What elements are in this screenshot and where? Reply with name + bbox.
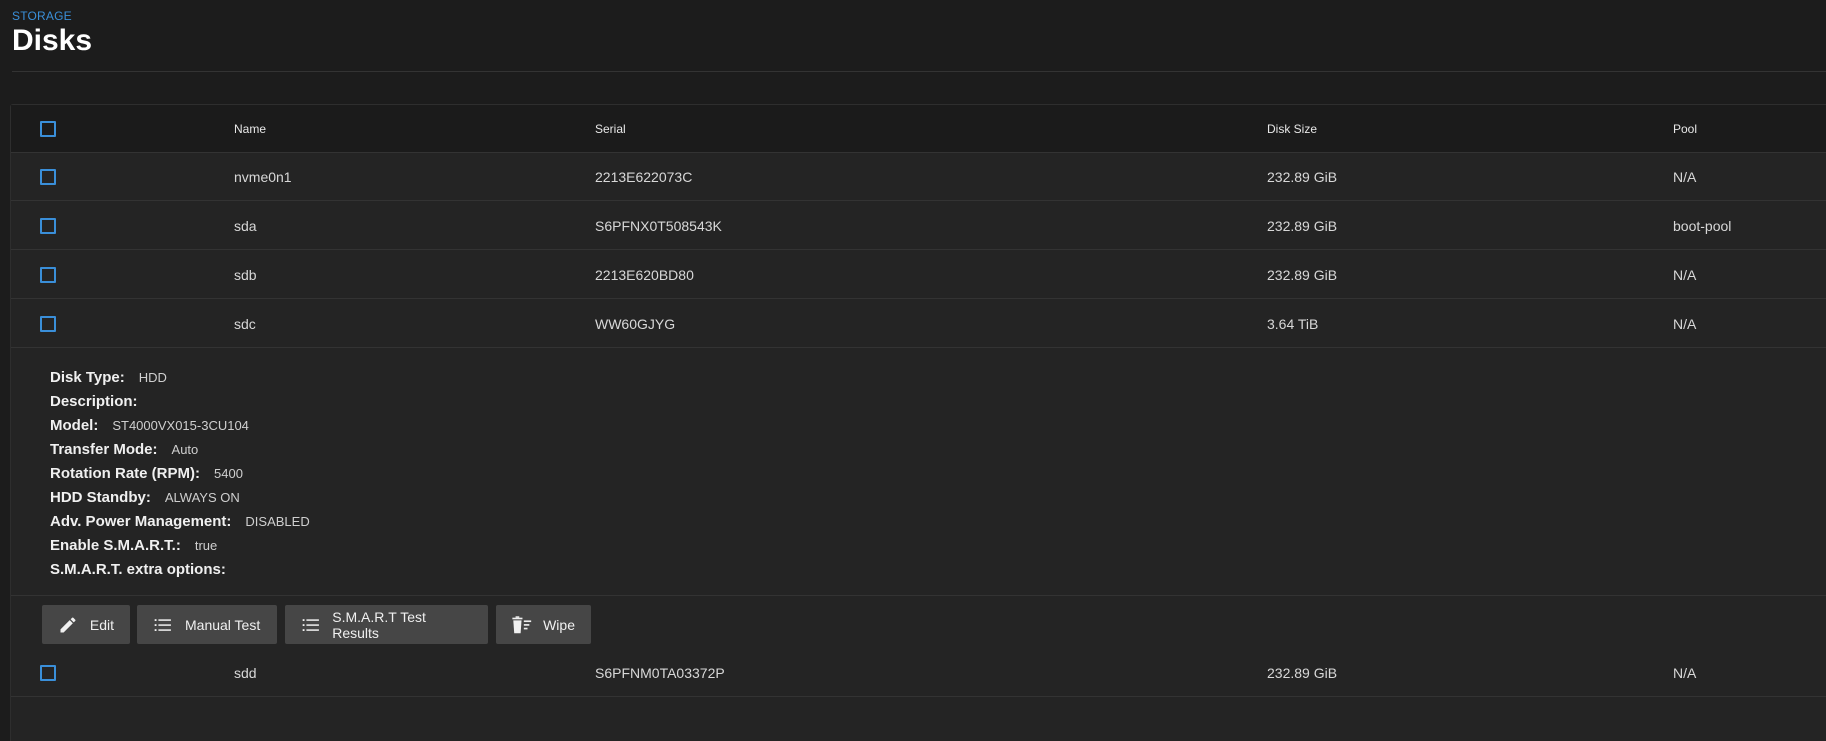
edit-button-label: Edit	[89, 616, 114, 633]
page-header: STORAGE Disks	[12, 0, 1826, 72]
detail-label: Transfer Mode:	[50, 441, 158, 458]
disk-pool: N/A	[1673, 267, 1697, 283]
trash-list-icon	[510, 613, 533, 637]
list-icon	[151, 613, 175, 637]
detail-disk-type: Disk Type: HDD	[50, 367, 167, 389]
table-row[interactable]: sda S6PFNX0T508543K 232.89 GiB boot-pool	[11, 202, 1826, 250]
disk-size: 232.89 GiB	[1267, 665, 1338, 681]
detail-value: ST4000VX015-3CU104	[112, 418, 249, 433]
smart-test-results-button[interactable]: S.M.A.R.T Test Results	[285, 605, 488, 644]
smart-test-results-button-label: S.M.A.R.T Test Results	[332, 608, 426, 641]
detail-value: true	[194, 538, 218, 553]
edit-button[interactable]: Edit	[42, 605, 130, 644]
table-row[interactable]: nvme0n1 2213E622073C 232.89 GiB N/A	[11, 153, 1826, 201]
detail-label: Enable S.M.A.R.T.:	[50, 537, 181, 554]
column-header-serial[interactable]: Serial	[595, 105, 626, 153]
disks-table: Name Serial Disk Size Pool nvme0n1 2213E…	[10, 104, 1826, 741]
detail-value: DISABLED	[245, 514, 310, 529]
disks-page: STORAGE Disks Name Serial Disk Size Pool…	[0, 0, 1826, 741]
disk-pool: N/A	[1673, 316, 1697, 332]
detail-label: Model:	[50, 417, 99, 434]
disk-name: sdb	[234, 267, 257, 283]
detail-transfer-mode: Transfer Mode: Auto	[50, 439, 198, 461]
page-title: Disks	[12, 24, 93, 57]
disk-pool: boot-pool	[1673, 218, 1732, 234]
pencil-icon	[56, 613, 80, 637]
row-checkbox[interactable]	[40, 665, 56, 681]
disk-pool: N/A	[1673, 169, 1697, 185]
disk-serial: S6PFNX0T508543K	[595, 218, 722, 234]
detail-value: Auto	[171, 442, 199, 457]
table-row[interactable]: sdd S6PFNM0TA03372P 232.89 GiB N/A	[11, 649, 1826, 697]
detail-hdd-standby: HDD Standby: ALWAYS ON	[50, 487, 240, 509]
detail-description: Description:	[50, 391, 152, 413]
row-checkbox[interactable]	[40, 316, 56, 332]
select-all-checkbox[interactable]	[40, 121, 56, 137]
detail-label: Rotation Rate (RPM):	[50, 465, 200, 482]
disk-size: 232.89 GiB	[1267, 267, 1338, 283]
wipe-button-label: Wipe	[543, 616, 575, 633]
detail-label: Disk Type:	[50, 369, 125, 386]
disk-name: sdd	[234, 665, 257, 681]
table-row[interactable]: sdb 2213E620BD80 232.89 GiB N/A	[11, 251, 1826, 299]
table-header-row: Name Serial Disk Size Pool	[11, 105, 1826, 153]
actions-divider	[11, 595, 1826, 596]
row-checkbox[interactable]	[40, 218, 56, 234]
breadcrumb[interactable]: STORAGE	[12, 9, 72, 23]
detail-label: S.M.A.R.T. extra options:	[50, 561, 226, 578]
row-checkbox[interactable]	[40, 267, 56, 283]
detail-label: HDD Standby:	[50, 489, 151, 506]
disk-pool: N/A	[1673, 665, 1697, 681]
disk-name: sda	[234, 218, 257, 234]
table-row-expanded[interactable]: sdc WW60GJYG 3.64 TiB N/A	[11, 300, 1826, 348]
manual-test-button[interactable]: Manual Test	[137, 605, 277, 644]
detail-value: HDD	[138, 370, 167, 385]
disk-serial: WW60GJYG	[595, 316, 676, 332]
disk-details-panel: Disk Type: HDD Description: Model: ST4000V…	[11, 348, 1826, 596]
disk-size: 232.89 GiB	[1267, 169, 1338, 185]
detail-value: 5400	[214, 466, 243, 481]
disk-size: 232.89 GiB	[1267, 218, 1338, 234]
detail-value: ALWAYS ON	[164, 490, 240, 505]
wipe-button[interactable]: Wipe	[496, 605, 591, 644]
disk-serial: 2213E622073C	[595, 169, 693, 185]
detail-enable-smart: Enable S.M.A.R.T.: true	[50, 535, 217, 557]
detail-model: Model: ST4000VX015-3CU104	[50, 415, 249, 437]
disk-name: sdc	[234, 316, 256, 332]
disk-size: 3.64 TiB	[1267, 316, 1319, 332]
detail-rotation-rate: Rotation Rate (RPM): 5400	[50, 463, 243, 485]
row-checkbox[interactable]	[40, 169, 56, 185]
manual-test-button-label: Manual Test	[185, 616, 261, 633]
column-header-pool[interactable]: Pool	[1673, 105, 1697, 153]
disk-serial: 2213E620BD80	[595, 267, 694, 283]
column-header-disk-size[interactable]: Disk Size	[1267, 105, 1317, 153]
detail-adv-power-management: Adv. Power Management: DISABLED	[50, 511, 310, 533]
column-header-name[interactable]: Name	[234, 105, 266, 153]
detail-label: Description:	[50, 393, 138, 410]
disk-serial: S6PFNM0TA03372P	[595, 665, 725, 681]
header-divider	[12, 71, 1826, 72]
detail-smart-extra-options: S.M.A.R.T. extra options:	[50, 559, 240, 581]
list-icon	[299, 613, 322, 637]
detail-label: Adv. Power Management:	[50, 513, 232, 530]
disk-name: nvme0n1	[234, 169, 292, 185]
